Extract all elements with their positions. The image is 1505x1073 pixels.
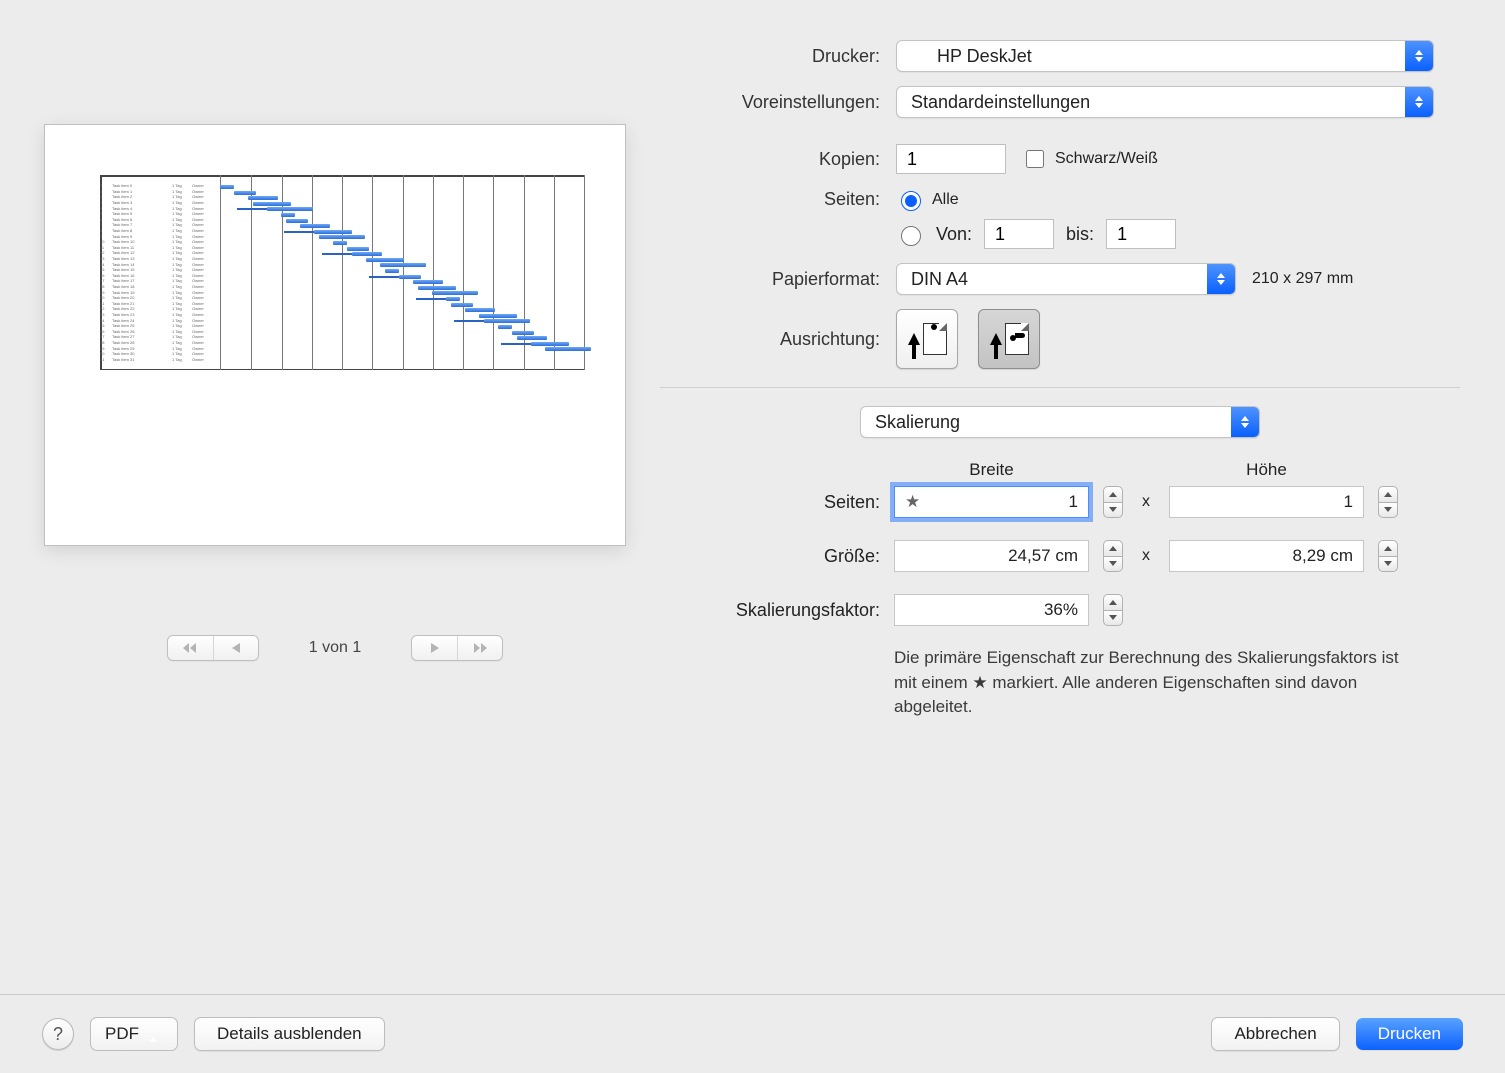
size-width-input[interactable]: 24,57 cm: [894, 540, 1089, 572]
star-icon: ★: [905, 492, 920, 512]
arrow-up-icon: [908, 333, 920, 345]
chevron-up-down-icon: [1405, 87, 1433, 117]
help-button[interactable]: ?: [42, 1018, 74, 1050]
size-row-label: Größe:: [660, 546, 880, 567]
factor-stepper[interactable]: [1103, 594, 1123, 626]
page-landscape-icon: [1005, 323, 1029, 355]
printer-label: Drucker:: [660, 46, 880, 67]
presets-popup[interactable]: Standardeinstellungen: [896, 86, 1434, 118]
x-label: x: [1137, 547, 1155, 565]
pages-label: Seiten:: [660, 189, 880, 210]
pages-to-label: bis:: [1066, 224, 1094, 245]
pages-from-input[interactable]: [984, 219, 1054, 249]
pager-last-button[interactable]: [457, 636, 502, 660]
orientation-label: Ausrichtung:: [660, 329, 880, 350]
orientation-portrait-button[interactable]: [896, 309, 958, 369]
print-button[interactable]: Drucken: [1356, 1018, 1463, 1050]
copies-label: Kopien:: [660, 149, 880, 170]
pages-all-radio[interactable]: [901, 191, 921, 211]
pages-to-input[interactable]: [1106, 219, 1176, 249]
printer-popup[interactable]: HP DeskJet: [896, 40, 1434, 72]
dialog-footer: ? PDF Details ausblenden Abbrechen Druck…: [0, 994, 1505, 1073]
presets-label: Voreinstellungen:: [660, 92, 880, 113]
cancel-button[interactable]: Abbrechen: [1211, 1017, 1339, 1051]
height-header: Höhe: [1169, 460, 1364, 480]
pages-all-label: Alle: [932, 191, 959, 209]
orientation-landscape-button[interactable]: [978, 309, 1040, 369]
x-label: x: [1137, 493, 1155, 511]
pager-label: 1 von 1: [309, 639, 361, 657]
print-dialog: 0Task item 01 TagOwner1Task item 11 TagO…: [0, 0, 1505, 1073]
pager-first-button[interactable]: [168, 636, 213, 660]
factor-input[interactable]: 36%: [894, 594, 1089, 626]
pages-height-stepper[interactable]: [1378, 486, 1398, 518]
size-width-stepper[interactable]: [1103, 540, 1123, 572]
pages-row-label: Seiten:: [660, 492, 880, 513]
pages-width-stepper[interactable]: [1103, 486, 1123, 518]
bw-label: Schwarz/Weiß: [1055, 150, 1158, 168]
size-height-stepper[interactable]: [1378, 540, 1398, 572]
pager-prev-button[interactable]: [213, 636, 258, 660]
factor-row-label: Skalierungsfaktor:: [660, 600, 880, 621]
arrow-up-icon: [990, 333, 1002, 345]
preview-pager: 1 von 1: [45, 635, 625, 661]
section-popup[interactable]: Skalierung: [860, 406, 1260, 438]
paper-popup[interactable]: DIN A4: [896, 263, 1236, 295]
chevron-up-down-icon: [1207, 264, 1235, 294]
preview-column: 0Task item 01 TagOwner1Task item 11 TagO…: [45, 35, 625, 720]
paper-label: Papierformat:: [660, 269, 880, 290]
width-header: Breite: [894, 460, 1089, 480]
chevron-up-down-icon: [1231, 407, 1259, 437]
pages-range-radio[interactable]: [901, 226, 921, 246]
pager-next-button[interactable]: [412, 636, 457, 660]
print-preview: 0Task item 01 TagOwner1Task item 11 TagO…: [45, 125, 625, 545]
pages-from-label: Von:: [936, 224, 972, 245]
pages-height-input[interactable]: 1: [1169, 486, 1364, 518]
paper-size-text: 210 x 297 mm: [1252, 270, 1353, 288]
hide-details-button[interactable]: Details ausblenden: [194, 1017, 385, 1051]
settings-column: Drucker: HP DeskJet Voreinstellungen: St…: [660, 35, 1460, 720]
copies-input[interactable]: [896, 144, 1006, 174]
page-portrait-icon: [923, 323, 947, 355]
pages-width-input[interactable]: ★ 1: [894, 486, 1089, 518]
size-height-input[interactable]: 8,29 cm: [1169, 540, 1364, 572]
bw-checkbox[interactable]: [1026, 150, 1044, 168]
pdf-menu-button[interactable]: PDF: [90, 1017, 178, 1051]
chevron-up-down-icon: [149, 1018, 177, 1050]
scaling-note: Die primäre Eigenschaft zur Berechnung d…: [894, 646, 1402, 720]
chevron-up-down-icon: [1405, 41, 1433, 71]
